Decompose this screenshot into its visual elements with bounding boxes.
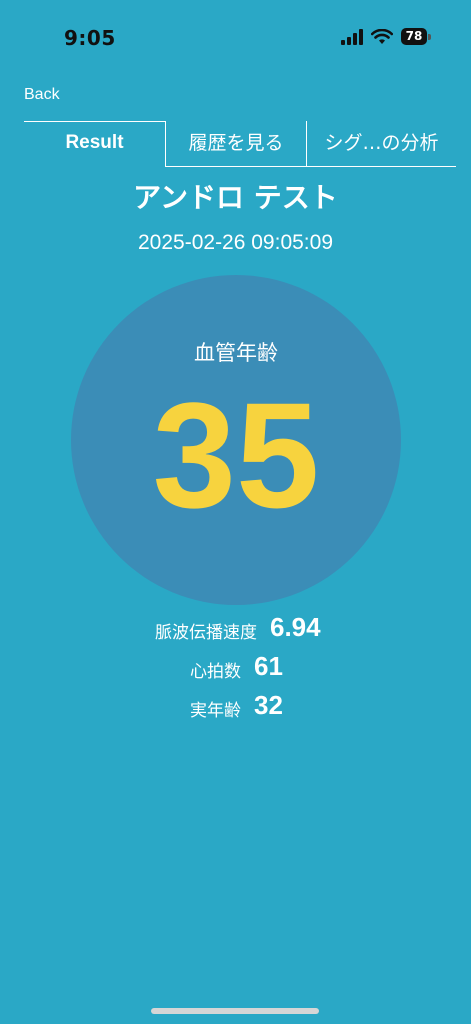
stat-row-heart-rate: 心拍数 61 bbox=[0, 651, 471, 691]
vascular-age-label: 血管年齢 bbox=[194, 341, 278, 365]
page-title: アンドロ テスト bbox=[133, 181, 338, 214]
status-icons: 78 bbox=[341, 28, 431, 45]
battery-level: 78 bbox=[401, 28, 427, 45]
home-indicator[interactable] bbox=[151, 1008, 319, 1014]
vascular-age-circle: 血管年齢 35 bbox=[71, 275, 401, 605]
tab-bar: Result 履歴を見る シグ…の分析 bbox=[24, 121, 456, 167]
stat-value: 6.94 bbox=[270, 612, 321, 642]
status-time: 9:05 bbox=[64, 26, 116, 50]
back-button[interactable]: Back bbox=[24, 86, 60, 104]
stat-label: 脈波伝播速度 bbox=[155, 623, 257, 643]
vascular-age-value: 35 bbox=[152, 371, 320, 539]
wifi-icon bbox=[371, 28, 393, 44]
stat-label: 心拍数 bbox=[190, 662, 241, 682]
tab-signal-analysis[interactable]: シグ…の分析 bbox=[307, 121, 456, 167]
measurement-timestamp: 2025-02-26 09:05:09 bbox=[138, 231, 333, 254]
signal-icon bbox=[341, 28, 363, 45]
stat-value: 61 bbox=[254, 651, 283, 681]
stat-row-pwv: 脈波伝播速度 6.94 bbox=[0, 612, 471, 652]
stat-row-actual-age: 実年齢 32 bbox=[0, 690, 471, 730]
stat-label: 実年齢 bbox=[190, 701, 241, 721]
battery-icon: 78 bbox=[401, 28, 431, 45]
status-bar: 9:05 78 bbox=[0, 0, 471, 78]
tab-result[interactable]: Result bbox=[24, 121, 165, 167]
stat-value: 32 bbox=[254, 690, 283, 720]
tab-history[interactable]: 履歴を見る bbox=[166, 121, 306, 167]
battery-tip bbox=[428, 34, 431, 40]
